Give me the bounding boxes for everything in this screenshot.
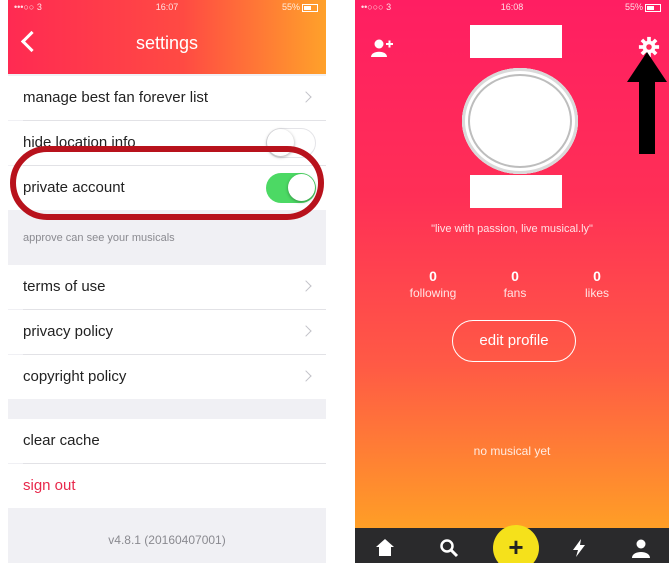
stat-value: 0 (593, 268, 601, 284)
edit-profile-button[interactable]: edit profile (452, 320, 576, 362)
lightning-icon (573, 539, 585, 557)
chevron-right-icon (300, 325, 312, 337)
status-bar: ••○○○ 3 16:08 55% (355, 2, 669, 14)
tab-activity[interactable] (561, 528, 601, 563)
manage-best-fan-label: manage best fan forever list (23, 89, 209, 106)
status-time: 16:08 (500, 2, 524, 12)
settings-screen: •••○○ 3 16:07 55% settings manage best f… (8, 0, 326, 563)
status-time: 16:07 (155, 2, 179, 12)
copyright-row[interactable]: copyright policy (8, 355, 326, 399)
profile-screen: ••○○○ 3 16:08 55% "live with passion, li… (355, 0, 669, 563)
battery-icon (645, 3, 661, 12)
chevron-right-icon (300, 280, 312, 292)
avatar[interactable] (462, 68, 578, 174)
profile-name-redacted (470, 25, 562, 58)
battery-percent: 55% (624, 2, 643, 12)
clear-cache-label: clear cache (23, 432, 100, 449)
battery-percent: 55% (281, 2, 300, 12)
chevron-right-icon (300, 91, 312, 103)
stat-fans[interactable]: 0 fans (475, 268, 555, 300)
profile-bio: "live with passion, live musical.ly" (431, 223, 593, 235)
tab-home[interactable] (367, 528, 407, 563)
plus-icon[interactable]: + (493, 525, 539, 563)
stat-value: 0 (429, 268, 437, 284)
stat-label: fans (503, 286, 527, 300)
empty-state-message: no musical yet (473, 444, 551, 458)
settings-header: •••○○ 3 16:07 55% settings (8, 0, 326, 74)
status-bar: •••○○ 3 16:07 55% (8, 2, 326, 14)
add-user-icon[interactable] (371, 38, 393, 58)
privacy-row[interactable]: privacy policy (8, 310, 326, 354)
sign-out-label: sign out (23, 477, 76, 494)
clear-cache-row[interactable]: clear cache (8, 419, 326, 463)
search-icon (440, 539, 459, 558)
profile-handle-redacted (470, 175, 562, 208)
stat-likes[interactable]: 0 likes (557, 268, 637, 300)
private-account-caption: approve can see your musicals (23, 232, 175, 244)
privacy-label: privacy policy (23, 323, 114, 340)
sign-out-row[interactable]: sign out (8, 464, 326, 508)
manage-best-fan-row[interactable]: manage best fan forever list (8, 76, 326, 120)
battery-indicator: 55% (625, 2, 661, 12)
stat-label: likes (584, 286, 609, 300)
stat-following[interactable]: 0 following (393, 268, 473, 300)
profile-icon (632, 539, 650, 558)
terms-label: terms of use (23, 278, 106, 295)
tab-profile[interactable] (623, 528, 663, 563)
page-title: settings (135, 33, 199, 53)
battery-indicator: 55% (282, 2, 318, 12)
chevron-right-icon (300, 370, 312, 382)
arrow-up-icon (627, 52, 667, 154)
terms-row[interactable]: terms of use (8, 265, 326, 309)
stat-value: 0 (511, 268, 519, 284)
battery-icon (302, 3, 318, 12)
highlight-ring (10, 146, 324, 220)
home-icon (376, 539, 394, 556)
version-text: v4.8.1 (20160407001) (108, 533, 226, 547)
copyright-label: copyright policy (23, 368, 127, 385)
tab-search[interactable] (431, 528, 471, 563)
stat-label: following (409, 286, 457, 300)
